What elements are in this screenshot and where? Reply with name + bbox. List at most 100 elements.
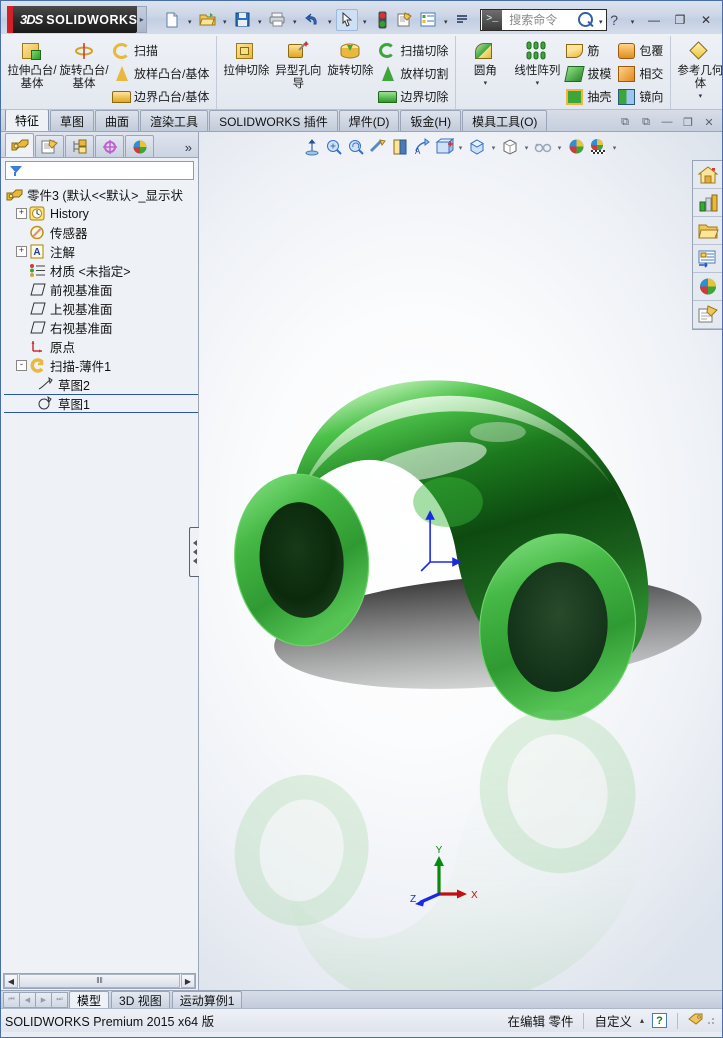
command-search-box[interactable]: >_ 搜索命令 ▾ bbox=[480, 8, 608, 31]
view-orientation-button[interactable] bbox=[390, 136, 411, 157]
magnifier-icon[interactable] bbox=[575, 10, 595, 30]
wrap-button[interactable]: 包覆 bbox=[615, 39, 667, 61]
feature-manager-more[interactable]: » bbox=[185, 140, 198, 157]
tree-row-history[interactable]: + History bbox=[4, 204, 198, 223]
tab-solidworks-addins[interactable]: SOLIDWORKS 插件 bbox=[209, 110, 338, 131]
status-custom-caret[interactable]: ▴ bbox=[640, 1016, 644, 1025]
tag-icon[interactable] bbox=[688, 1012, 704, 1029]
revolved-boss-button[interactable]: 旋转凸台/基体 bbox=[58, 38, 110, 91]
display-list-caret[interactable]: ▾ bbox=[440, 9, 451, 31]
more-commands-button[interactable] bbox=[452, 9, 474, 31]
doc-dock-left-button[interactable]: ⧉ bbox=[617, 115, 633, 129]
linear-pattern-button[interactable]: 线性阵列 ▾ bbox=[511, 38, 563, 87]
tab-weldments[interactable]: 焊件(D) bbox=[338, 110, 400, 131]
doc-minimize-button[interactable]: — bbox=[659, 115, 675, 129]
tree-row-material[interactable]: 材质 <未指定> bbox=[4, 261, 198, 280]
tab-sketch[interactable]: 草图 bbox=[50, 110, 95, 131]
tab-mold-tools[interactable]: 模具工具(O) bbox=[462, 110, 548, 131]
open-document-button[interactable] bbox=[196, 9, 218, 31]
feature-tree-hscrollbar[interactable]: ◀ ‖‖ ▶ bbox=[3, 973, 196, 989]
sweep-expander[interactable]: - bbox=[16, 360, 27, 371]
view-settings-caret[interactable]: ▾ bbox=[555, 136, 565, 157]
configuration-manager-tab[interactable] bbox=[65, 135, 94, 157]
graphics-area[interactable]: A ▾ ▾ ▾ ▾ ▾ Y X Z bbox=[199, 132, 722, 990]
lofted-boss-button[interactable]: 放样凸台/基体 bbox=[110, 62, 213, 84]
doc-dock-right-button[interactable]: ⧉ bbox=[638, 115, 654, 129]
mirror-button[interactable]: 镜向 bbox=[615, 85, 667, 107]
tree-row-sweep-thin[interactable]: - 扫描-薄件1 bbox=[4, 356, 198, 375]
solidworks-logo[interactable]: 3DS SOLIDWORKS bbox=[7, 6, 138, 33]
tree-row-origin[interactable]: 原点 bbox=[4, 337, 198, 356]
select-tool-caret[interactable]: ▾ bbox=[359, 9, 370, 31]
restore-button[interactable]: ❐ bbox=[670, 11, 690, 29]
hscroll-left-arrow[interactable]: ◀ bbox=[4, 974, 18, 988]
tree-row-annotations[interactable]: + A 注解 bbox=[4, 242, 198, 261]
tab-surfaces[interactable]: 曲面 bbox=[95, 110, 140, 131]
tab-nav-first[interactable]: ⏮ bbox=[3, 992, 20, 1008]
tree-row-sketch2[interactable]: 草图2 bbox=[4, 375, 198, 394]
fillet-dropdown-caret[interactable]: ▾ bbox=[484, 79, 488, 87]
swept-cut-button[interactable]: 扫描切除 bbox=[376, 39, 452, 61]
edit-appearance-caret[interactable]: ▾ bbox=[489, 136, 499, 157]
print-document-button[interactable] bbox=[266, 9, 288, 31]
display-manager-tab[interactable] bbox=[125, 135, 154, 157]
boundary-boss-button[interactable]: 边界凸台/基体 bbox=[110, 85, 213, 107]
zoom-to-fit-button[interactable] bbox=[302, 136, 323, 157]
apply-scene-caret[interactable]: ▾ bbox=[522, 136, 532, 157]
solidworks-resources-button[interactable] bbox=[693, 161, 722, 189]
doc-restore-button[interactable]: ❐ bbox=[680, 115, 696, 129]
tree-row-front-plane[interactable]: 前视基准面 bbox=[4, 280, 198, 299]
tree-row-right-plane[interactable]: 右视基准面 bbox=[4, 318, 198, 337]
annotations-expander[interactable]: + bbox=[16, 246, 27, 257]
status-help-button[interactable]: ? bbox=[652, 1013, 667, 1028]
lofted-cut-button[interactable]: 放样切割 bbox=[376, 62, 452, 84]
tree-row-top-plane[interactable]: 上视基准面 bbox=[4, 299, 198, 318]
save-document-caret[interactable]: ▾ bbox=[254, 9, 265, 31]
fillet-button[interactable]: 圆角 ▾ bbox=[459, 38, 511, 87]
realview-caret[interactable]: ▾ bbox=[610, 136, 620, 157]
rib-button[interactable]: 筋 bbox=[563, 39, 615, 61]
undo-button[interactable] bbox=[301, 9, 323, 31]
close-button[interactable]: ✕ bbox=[696, 11, 716, 29]
search-input[interactable]: 搜索命令 bbox=[503, 11, 575, 28]
section-view-button[interactable] bbox=[368, 136, 389, 157]
feature-tree-tab[interactable] bbox=[5, 133, 34, 157]
file-explorer-button[interactable] bbox=[693, 217, 722, 245]
intersect-button[interactable]: 相交 bbox=[615, 62, 667, 84]
bottom-tab-model[interactable]: 模型 bbox=[69, 991, 110, 1008]
tab-nav-next[interactable]: ▶ bbox=[35, 992, 52, 1008]
tree-row-sketch1[interactable]: 草图1 bbox=[4, 394, 198, 413]
revolved-cut-button[interactable]: 旋转切除 bbox=[324, 38, 376, 78]
help-button[interactable]: ? bbox=[607, 12, 621, 28]
bottom-tab-3d-views[interactable]: 3D 视图 bbox=[111, 991, 170, 1008]
tab-features[interactable]: 特征 bbox=[5, 109, 50, 131]
hscroll-right-arrow[interactable]: ▶ bbox=[181, 974, 195, 988]
minimize-button[interactable]: — bbox=[644, 11, 664, 29]
extruded-cut-button[interactable]: 拉伸切除 bbox=[220, 38, 272, 78]
display-style-button[interactable]: A bbox=[412, 136, 433, 157]
display-manager-button[interactable] bbox=[566, 136, 587, 157]
bottom-tab-motion-study[interactable]: 运动算例1 bbox=[171, 991, 243, 1008]
apply-scene-button[interactable] bbox=[500, 136, 521, 157]
resize-grip[interactable] bbox=[704, 1014, 718, 1028]
tab-nav-last[interactable]: ⏭ bbox=[51, 992, 68, 1008]
extruded-boss-button[interactable]: 拉伸凸台/基体 bbox=[6, 38, 58, 91]
shell-button[interactable]: 抽壳 bbox=[563, 85, 615, 107]
reference-geometry-button[interactable]: 参考几何体 ▾ bbox=[674, 38, 722, 100]
boundary-cut-button[interactable]: 边界切除 bbox=[376, 85, 452, 107]
hscroll-thumb[interactable]: ‖‖ bbox=[19, 974, 180, 988]
previous-view-button[interactable] bbox=[346, 136, 367, 157]
linear-pattern-dropdown-caret[interactable]: ▾ bbox=[536, 79, 540, 87]
panel-splitter-handle[interactable] bbox=[189, 527, 199, 577]
status-custom-text[interactable]: 自定义 bbox=[594, 1011, 632, 1030]
undo-caret[interactable]: ▾ bbox=[324, 9, 335, 31]
hide-show-button[interactable] bbox=[434, 136, 455, 157]
tree-row-sensors[interactable]: 传感器 bbox=[4, 223, 198, 242]
help-caret[interactable]: ▾ bbox=[627, 9, 638, 31]
search-caret[interactable]: ▾ bbox=[595, 9, 606, 31]
options-gear-button[interactable] bbox=[394, 9, 416, 31]
new-document-caret[interactable]: ▾ bbox=[184, 9, 195, 31]
open-document-caret[interactable]: ▾ bbox=[219, 9, 230, 31]
draft-button[interactable]: 拔模 bbox=[563, 62, 615, 84]
print-document-caret[interactable]: ▾ bbox=[289, 9, 300, 31]
